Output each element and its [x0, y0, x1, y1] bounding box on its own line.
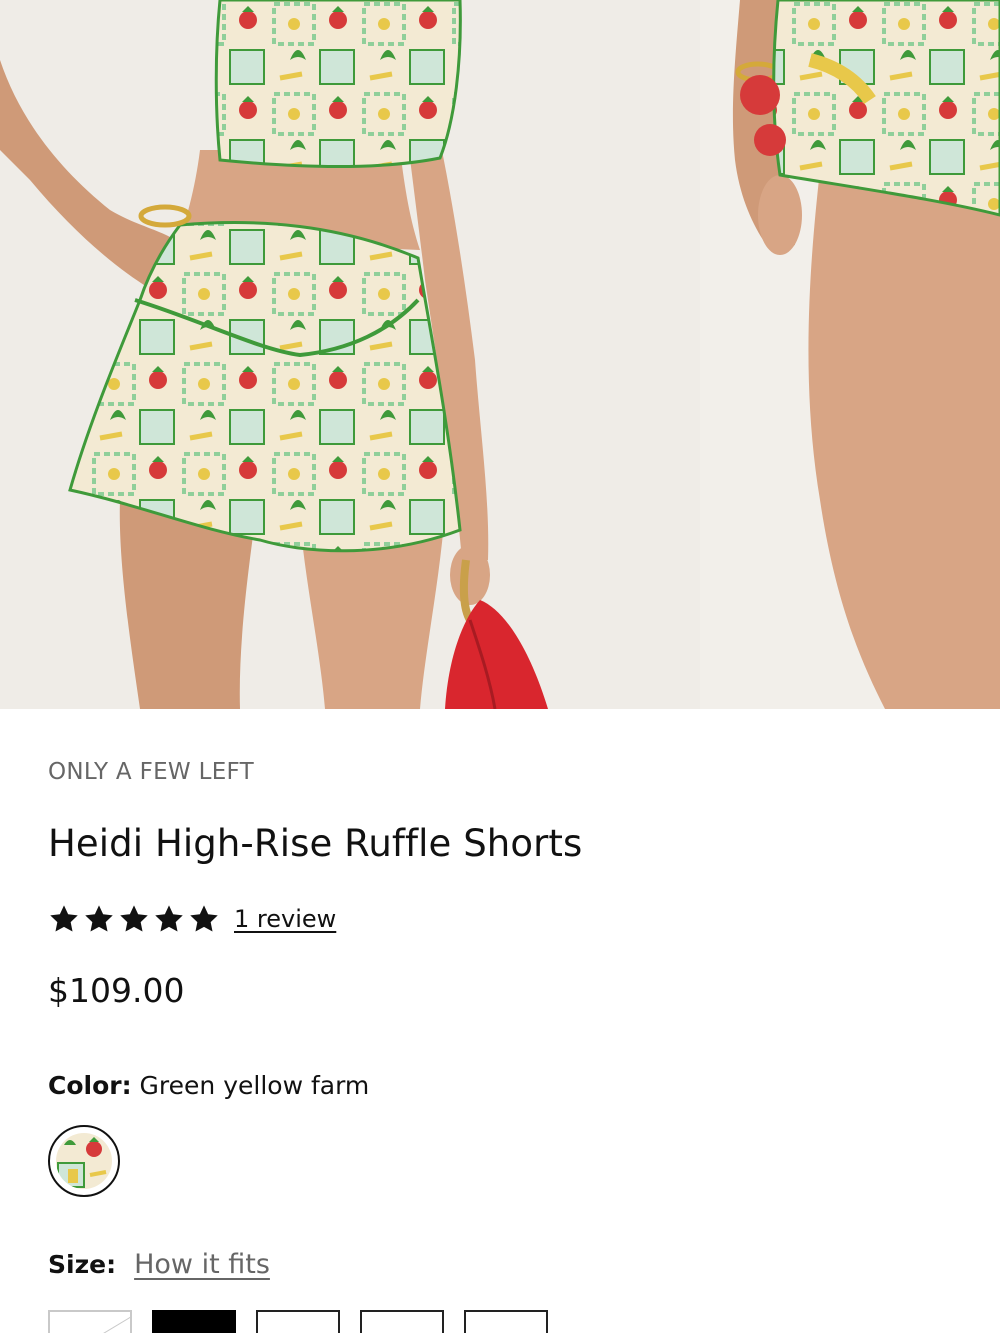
product-price: $109.00 [48, 971, 185, 1010]
size-selector-label: Size: How it fits [48, 1249, 270, 1280]
size-label: Size: [48, 1250, 117, 1279]
how-it-fits-link[interactable]: How it fits [134, 1249, 270, 1280]
product-image-2[interactable] [700, 0, 1000, 709]
model-side-photo [700, 0, 1000, 709]
product-image-1[interactable] [0, 0, 700, 709]
color-label: Color: [48, 1071, 132, 1100]
color-swatch-print-icon [56, 1133, 112, 1189]
reviews-link[interactable]: 1 review [234, 905, 336, 933]
stock-note: ONLY A FEW LEFT [48, 759, 255, 785]
star-icon [155, 905, 183, 932]
color-swatch-selected[interactable] [48, 1125, 120, 1197]
size-option-button[interactable] [152, 1310, 236, 1333]
star-icon [85, 905, 113, 932]
product-rating: 1 review [48, 899, 336, 939]
product-image-gallery[interactable] [0, 0, 1000, 709]
product-title: Heidi High-Rise Ruffle Shorts [48, 822, 583, 865]
selected-color-value: Green yellow farm [139, 1071, 370, 1100]
color-selector-label: Color: Green yellow farm [48, 1071, 369, 1100]
model-front-photo [0, 0, 700, 709]
star-icon [190, 905, 218, 932]
product-page: ONLY A FEW LEFT Heidi High-Rise Ruffle S… [0, 0, 1000, 1333]
size-option-button[interactable] [464, 1310, 548, 1333]
size-options [48, 1310, 548, 1333]
star-icon [50, 905, 78, 932]
size-option-button[interactable] [48, 1310, 132, 1333]
size-option-button[interactable] [256, 1310, 340, 1333]
star-icon [120, 905, 148, 932]
star-rating [48, 903, 220, 935]
size-option-button[interactable] [360, 1310, 444, 1333]
